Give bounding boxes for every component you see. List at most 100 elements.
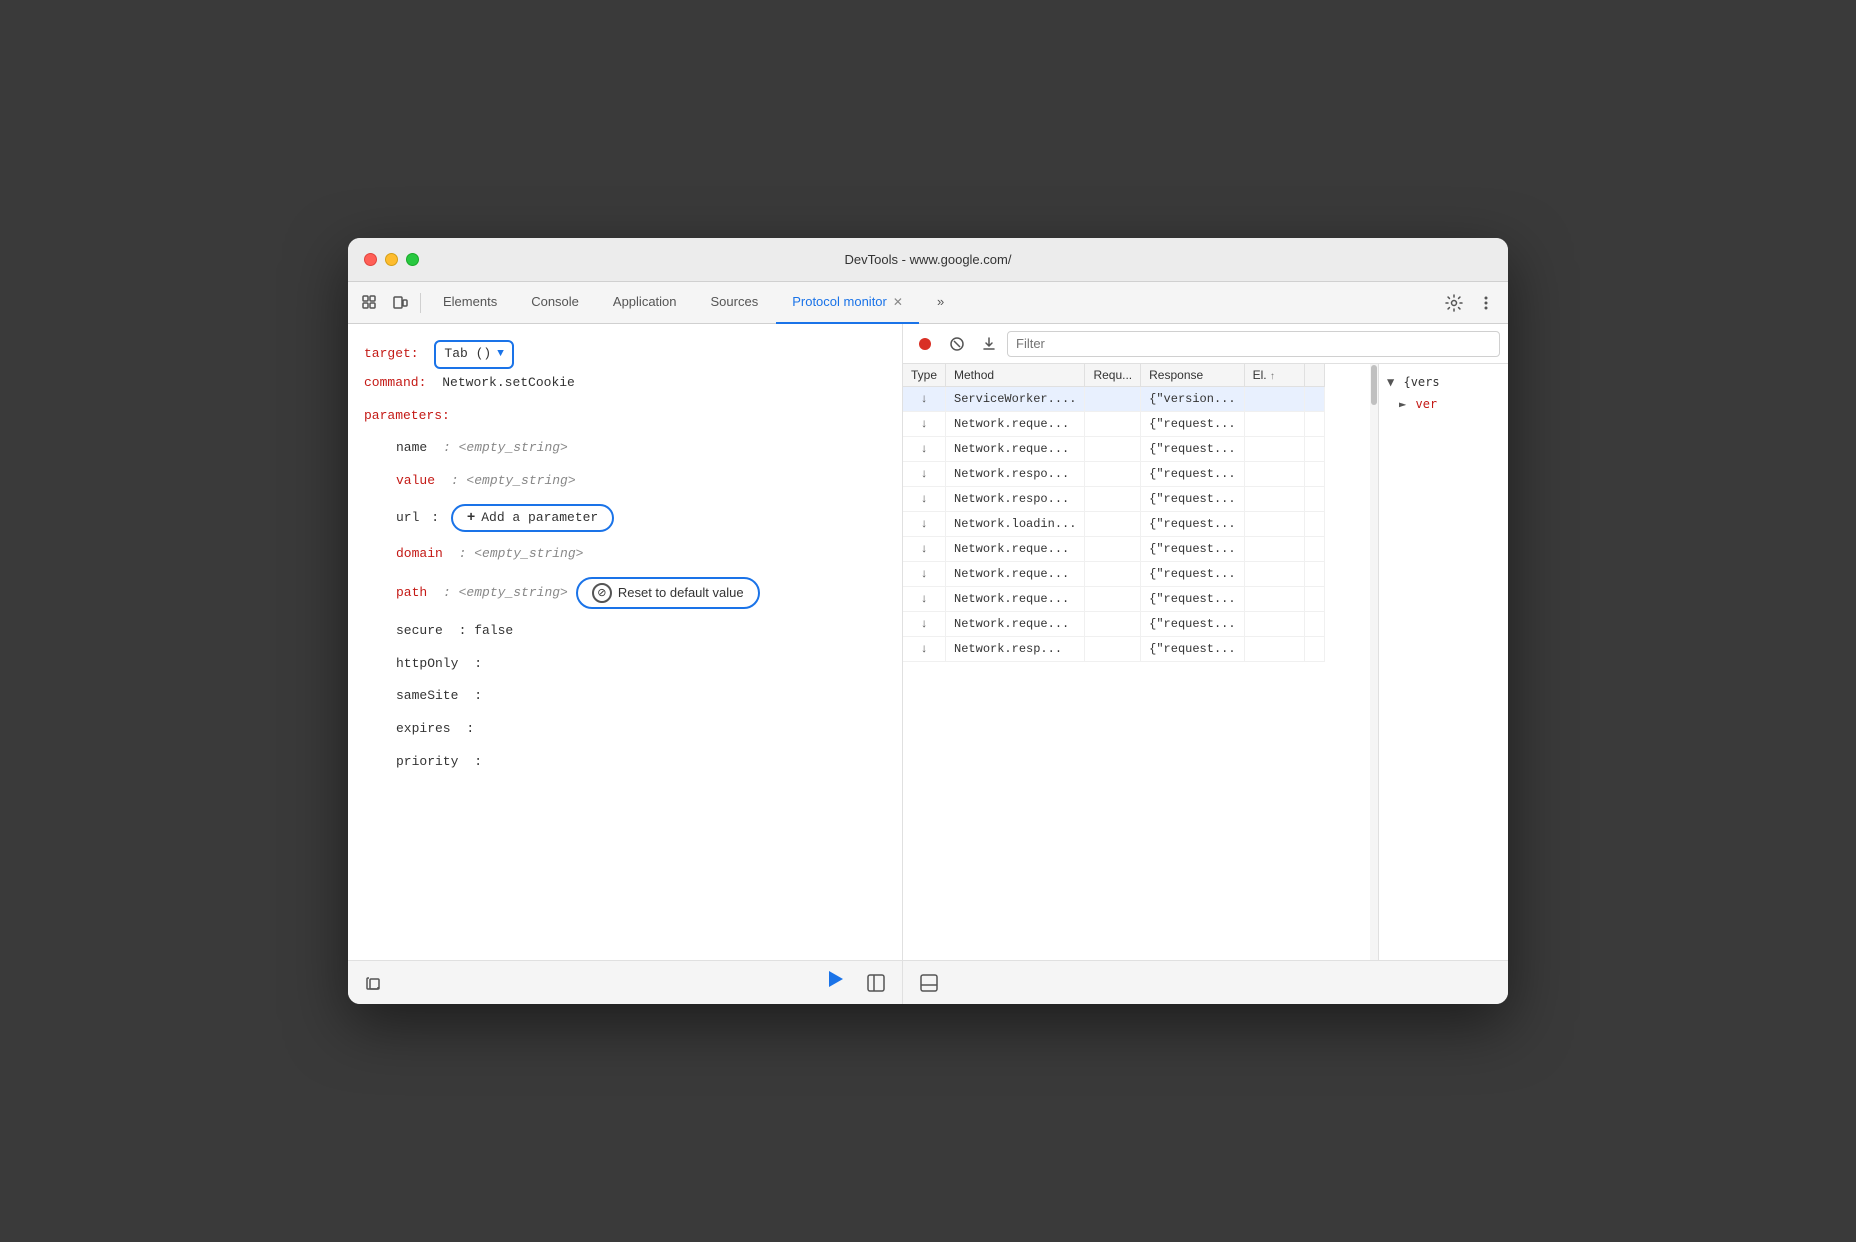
table-row[interactable]: ↓ Network.reque... {"request... <box>903 587 1324 612</box>
cell-method: Network.reque... <box>946 437 1085 462</box>
table-row[interactable]: ↓ Network.loadin... {"request... <box>903 512 1324 537</box>
copy-icon[interactable] <box>360 969 388 997</box>
record-button[interactable] <box>911 330 939 358</box>
param-path-line: path : <empty_string> ⊘ Reset to default… <box>364 577 886 609</box>
cell-response: {"request... <box>1141 612 1244 637</box>
param-expires-value: : <box>466 719 474 740</box>
table-row[interactable]: ↓ Network.respo... {"request... <box>903 487 1324 512</box>
cell-response: {"request... <box>1141 512 1244 537</box>
cell-request <box>1085 387 1141 412</box>
cell-request <box>1085 512 1141 537</box>
left-bottom-bar <box>348 960 902 1004</box>
command-colon <box>430 373 438 394</box>
json-line-1: ▼ {vers <box>1387 372 1500 394</box>
add-parameter-button[interactable]: + Add a parameter <box>451 504 614 532</box>
parameters-key: parameters: <box>364 406 450 427</box>
cell-request <box>1085 637 1141 662</box>
cell-el <box>1244 387 1304 412</box>
param-path-value: : <empty_string> <box>443 583 568 604</box>
inspect-icon[interactable] <box>356 289 384 317</box>
cell-el <box>1244 462 1304 487</box>
param-samesite-key: sameSite <box>396 686 458 707</box>
cell-request <box>1085 562 1141 587</box>
cell-method: Network.loadin... <box>946 512 1085 537</box>
table-row[interactable]: ↓ ServiceWorker.... {"version... <box>903 387 1324 412</box>
filter-input[interactable] <box>1007 331 1500 357</box>
table-row[interactable]: ↓ Network.reque... {"request... <box>903 612 1324 637</box>
separator-1 <box>420 293 421 313</box>
json-key: ver <box>1415 397 1437 411</box>
tab-elements-label: Elements <box>443 294 497 309</box>
plus-icon: + <box>467 510 475 526</box>
traffic-lights <box>364 253 419 266</box>
tab-close-icon[interactable]: ✕ <box>893 295 903 309</box>
cell-response: {"request... <box>1141 537 1244 562</box>
tab-sources[interactable]: Sources <box>695 282 775 324</box>
run-button[interactable] <box>824 968 846 997</box>
parameters-line: parameters: <box>364 406 886 427</box>
cell-el <box>1244 537 1304 562</box>
param-priority-value: : <box>474 752 482 773</box>
scrollbar-track[interactable] <box>1370 364 1378 960</box>
cell-method: Network.resp... <box>946 637 1085 662</box>
more-options-icon[interactable] <box>1472 289 1500 317</box>
cell-type: ↓ <box>903 462 946 487</box>
tab-console[interactable]: Console <box>515 282 595 324</box>
collapse-arrow-icon[interactable]: ► <box>1399 394 1406 416</box>
cell-method: Network.reque... <box>946 612 1085 637</box>
cell-extra <box>1304 537 1324 562</box>
table-scroll[interactable]: Type Method Requ... Response El. ↑ ↓ Ser… <box>903 364 1370 960</box>
json-content: ▼ {vers ► ver <box>1387 372 1500 415</box>
cell-type: ↓ <box>903 387 946 412</box>
target-line: target: Tab () ▼ <box>364 340 886 369</box>
tab-console-label: Console <box>531 294 579 309</box>
target-dropdown[interactable]: Tab () ▼ <box>434 340 513 369</box>
cell-el <box>1244 612 1304 637</box>
param-url-key: url <box>396 508 419 529</box>
tab-elements[interactable]: Elements <box>427 282 513 324</box>
table-row[interactable]: ↓ Network.reque... {"request... <box>903 537 1324 562</box>
reset-label: Reset to default value <box>618 585 744 600</box>
tab-more[interactable]: » <box>921 282 960 324</box>
json-side-panel: ▼ {vers ► ver <box>1378 364 1508 960</box>
param-domain-key: domain <box>396 544 443 565</box>
table-row[interactable]: ↓ Network.reque... {"request... <box>903 562 1324 587</box>
param-secure-line: secure : false <box>364 621 886 642</box>
cell-response: {"request... <box>1141 562 1244 587</box>
expand-arrow-icon[interactable]: ▼ <box>1387 372 1394 394</box>
param-domain-value: : <empty_string> <box>459 544 584 565</box>
title-bar: DevTools - www.google.com/ <box>348 238 1508 282</box>
download-button[interactable] <box>975 330 1003 358</box>
cell-extra <box>1304 487 1324 512</box>
cell-response: {"request... <box>1141 637 1244 662</box>
device-icon[interactable] <box>386 289 414 317</box>
clear-button[interactable] <box>943 330 971 358</box>
settings-icon[interactable] <box>1440 289 1468 317</box>
scrollbar-thumb <box>1371 365 1377 405</box>
cell-response: {"request... <box>1141 462 1244 487</box>
table-row[interactable]: ↓ Network.reque... {"request... <box>903 412 1324 437</box>
cell-el <box>1244 512 1304 537</box>
sidebar-toggle-icon[interactable] <box>862 969 890 997</box>
table-row[interactable]: ↓ Network.resp... {"request... <box>903 637 1324 662</box>
tab-protocol-monitor[interactable]: Protocol monitor ✕ <box>776 282 919 324</box>
tab-application[interactable]: Application <box>597 282 693 324</box>
tab-bar: Elements Console Application Sources Pro… <box>348 282 1508 324</box>
param-httponly-key: httpOnly <box>396 654 458 675</box>
table-body: ↓ ServiceWorker.... {"version... ↓ Netwo… <box>903 387 1324 662</box>
param-path-key: path <box>396 583 427 604</box>
close-button[interactable] <box>364 253 377 266</box>
reset-to-default-button[interactable]: ⊘ Reset to default value <box>576 577 760 609</box>
table-row[interactable]: ↓ Network.respo... {"request... <box>903 462 1324 487</box>
minimize-button[interactable] <box>385 253 398 266</box>
table-row[interactable]: ↓ Network.reque... {"request... <box>903 437 1324 462</box>
target-colon <box>423 344 431 365</box>
col-type: Type <box>903 364 946 387</box>
param-name-key: name <box>396 438 427 459</box>
cell-response: {"request... <box>1141 587 1244 612</box>
param-priority-key: priority <box>396 752 458 773</box>
dock-icon[interactable] <box>915 969 943 997</box>
param-expires-key: expires <box>396 719 451 740</box>
maximize-button[interactable] <box>406 253 419 266</box>
cell-type: ↓ <box>903 587 946 612</box>
